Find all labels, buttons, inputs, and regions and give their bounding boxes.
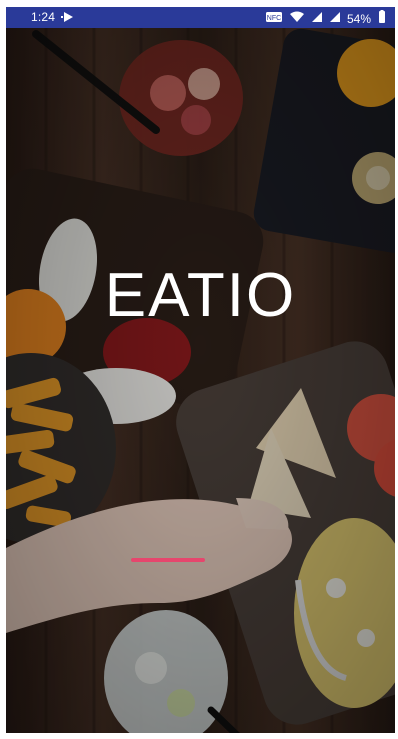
- svg-text:NFC: NFC: [267, 15, 281, 22]
- phone-screen: 1:24 NFC 54% EATIO: [0, 0, 398, 739]
- battery-icon: [377, 10, 387, 27]
- play-notification-icon: [61, 12, 73, 22]
- status-bar: 1:24 NFC 54%: [6, 7, 395, 28]
- loading-indicator: [131, 558, 205, 562]
- status-right-group: NFC 54%: [265, 10, 387, 27]
- battery-percentage: 54%: [346, 11, 371, 26]
- nfc-icon: NFC: [265, 11, 283, 26]
- food-table-illustration: [6, 28, 395, 733]
- splash-background-image: [6, 28, 395, 733]
- cell-signal-icon: [311, 11, 323, 26]
- wifi-icon: [289, 11, 305, 26]
- app-logo-title: EATIO: [104, 261, 297, 330]
- status-time: 1:24: [31, 10, 56, 24]
- cell-signal-icon-2: [329, 11, 341, 26]
